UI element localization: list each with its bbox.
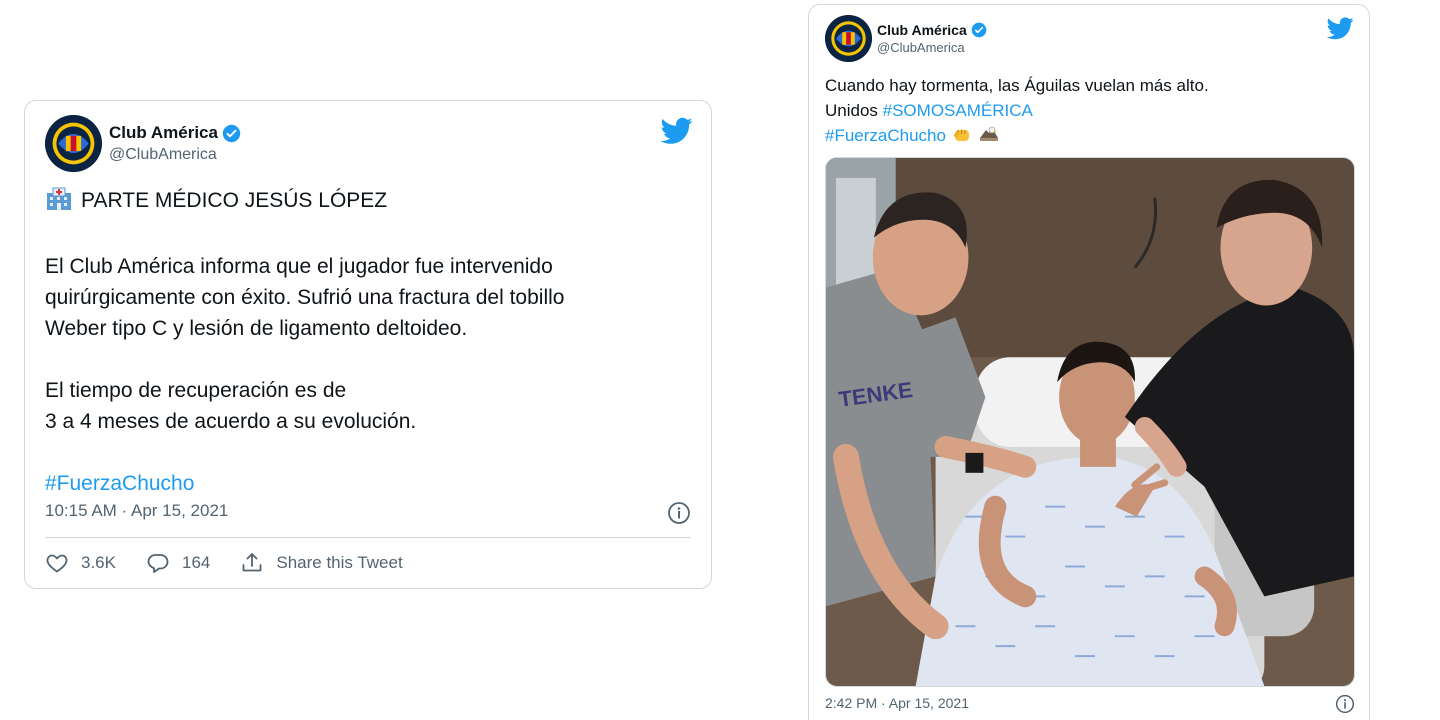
tweet-card-hospital-photo[interactable]: Club América @ClubAmerica Cuando hay tor… xyxy=(808,4,1370,720)
tweet-card-medical-report[interactable]: Club América @ClubAmerica PARTE MÉDICO J… xyxy=(24,100,712,589)
tweet-text: Cuando hay tormenta, las Águilas vuelan … xyxy=(825,73,1345,151)
text-fragment: Unidos xyxy=(825,101,883,120)
like-count: 3.6K xyxy=(81,553,116,572)
avatar[interactable] xyxy=(45,115,102,172)
tweet-text: PARTE MÉDICO JESÚS LÓPEZ El Club América… xyxy=(45,185,685,499)
verified-badge-icon xyxy=(222,124,241,143)
text-line: Weber tipo C y lesión de ligamento delto… xyxy=(45,317,468,340)
avatar[interactable] xyxy=(825,15,872,62)
tweet-actions: 3.6K 164 Share this Tweet xyxy=(45,551,433,575)
twitter-bird-icon[interactable] xyxy=(1326,17,1354,40)
info-icon[interactable] xyxy=(667,501,691,525)
fist-emoji-icon xyxy=(952,124,972,151)
divider xyxy=(45,537,691,538)
author-info[interactable]: Club América @ClubAmerica xyxy=(877,22,987,55)
verified-badge-icon xyxy=(971,22,987,38)
info-icon[interactable] xyxy=(1335,694,1355,714)
share-icon xyxy=(240,551,264,575)
twitter-bird-icon[interactable] xyxy=(660,117,693,145)
reply-button[interactable]: 164 xyxy=(146,551,210,575)
hashtag-link[interactable]: #FuerzaChucho xyxy=(45,468,685,499)
timestamp-link[interactable]: 10:15 AM · Apr 15, 2021 xyxy=(45,501,228,521)
like-button[interactable]: 3.6K xyxy=(45,551,116,575)
text-line: Unidos #SOMOSAMÉRICA xyxy=(825,98,1345,123)
text-line: El Club América informa que el jugador f… xyxy=(45,255,553,278)
timestamp-link[interactable]: 2:42 PM · Apr 15, 2021 xyxy=(825,695,969,711)
reply-count: 164 xyxy=(181,553,211,572)
share-button[interactable]: Share this Tweet xyxy=(240,551,403,575)
hashtag-link[interactable]: #FuerzaChucho xyxy=(825,126,946,145)
tweet-photo[interactable]: TENKE xyxy=(825,157,1355,687)
text-line-heading: PARTE MÉDICO JESÚS LÓPEZ xyxy=(45,185,685,220)
text-line: 3 a 4 meses de acuerdo a su evolución. xyxy=(45,410,417,433)
hospital-emoji-icon xyxy=(45,187,73,220)
eagle-emoji-icon xyxy=(978,124,1000,151)
text-line: quirúrgicamente con éxito. Sufrió una fr… xyxy=(45,286,565,309)
hashtag-link[interactable]: #SOMOSAMÉRICA xyxy=(883,101,1033,120)
display-name[interactable]: Club América xyxy=(109,123,218,143)
heart-icon xyxy=(45,551,69,575)
text-line: Cuando hay tormenta, las Águilas vuelan … xyxy=(825,76,1209,95)
share-label: Share this Tweet xyxy=(276,553,403,572)
display-name[interactable]: Club América xyxy=(877,22,967,38)
reply-icon xyxy=(146,551,170,575)
text-line: El tiempo de recuperación es de xyxy=(45,379,347,402)
handle[interactable]: @ClubAmerica xyxy=(877,40,987,55)
heading-text: PARTE MÉDICO JESÚS LÓPEZ xyxy=(81,189,388,212)
handle[interactable]: @ClubAmerica xyxy=(109,146,241,164)
author-info[interactable]: Club América @ClubAmerica xyxy=(109,123,241,164)
text-line: #FuerzaChucho xyxy=(825,123,1345,151)
